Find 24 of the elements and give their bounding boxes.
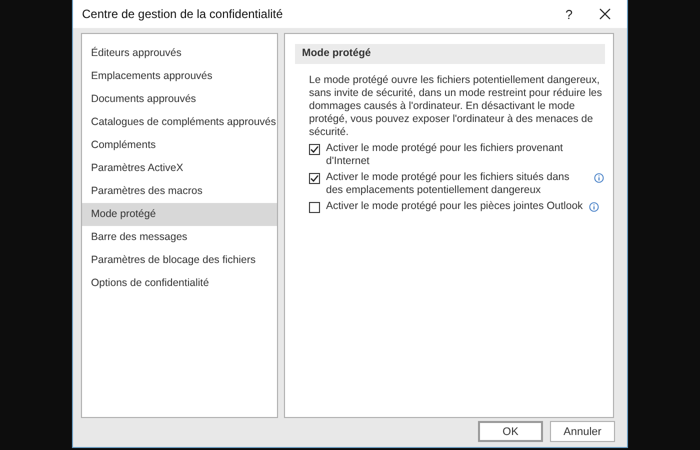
sidebar-item[interactable]: Emplacements approuvés bbox=[82, 65, 277, 88]
sidebar-item[interactable]: Barre des messages bbox=[82, 226, 277, 249]
sidebar-item[interactable]: Options de confidentialité bbox=[82, 272, 277, 295]
close-icon bbox=[599, 8, 611, 20]
help-button[interactable]: ? bbox=[551, 0, 587, 28]
dialog-button[interactable]: Annuler bbox=[550, 421, 615, 442]
checkbox-label[interactable]: Activer le mode protégé pour les pièces jointes Outlook bbox=[326, 200, 583, 213]
sidebar-item[interactable]: Mode protégé bbox=[82, 203, 277, 226]
checkbox-label[interactable]: Activer le mode protégé pour les fichiers provenant d'Internet bbox=[326, 142, 588, 168]
sidebar-item[interactable]: Paramètres ActiveX bbox=[82, 157, 277, 180]
sidebar-item[interactable]: Catalogues de compléments approuvés bbox=[82, 111, 277, 134]
sidebar-item[interactable]: Documents approuvés bbox=[82, 88, 277, 111]
checkbox[interactable] bbox=[309, 144, 320, 155]
sidebar-item[interactable]: Paramètres des macros bbox=[82, 180, 277, 203]
dialog-button[interactable]: OK bbox=[478, 421, 543, 442]
description-text: Le mode protégé ouvre les fichiers potentiellement dangereux, sans invite de sécurité, dans un mode restreint pour réduire les dommages causés à l'ordinateur. En désactivant le mode protégé, vous pouvez exposer l'ordinateur à des menaces de sécurité. bbox=[309, 74, 603, 139]
window-title: Centre de gestion de la confidentialité bbox=[82, 7, 284, 21]
sidebar-item[interactable]: Paramètres de blocage des fichiers bbox=[82, 249, 277, 272]
section-heading: Mode protégé bbox=[295, 44, 605, 64]
checkbox[interactable] bbox=[309, 202, 320, 213]
sidebar-item[interactable]: Compléments bbox=[82, 134, 277, 157]
checkbox[interactable] bbox=[309, 173, 320, 184]
sidebar-item[interactable]: Éditeurs approuvés bbox=[82, 42, 277, 65]
checkbox-label[interactable]: Activer le mode protégé pour les fichiers situés dans des emplacements potentiellement dangereux bbox=[326, 171, 588, 197]
